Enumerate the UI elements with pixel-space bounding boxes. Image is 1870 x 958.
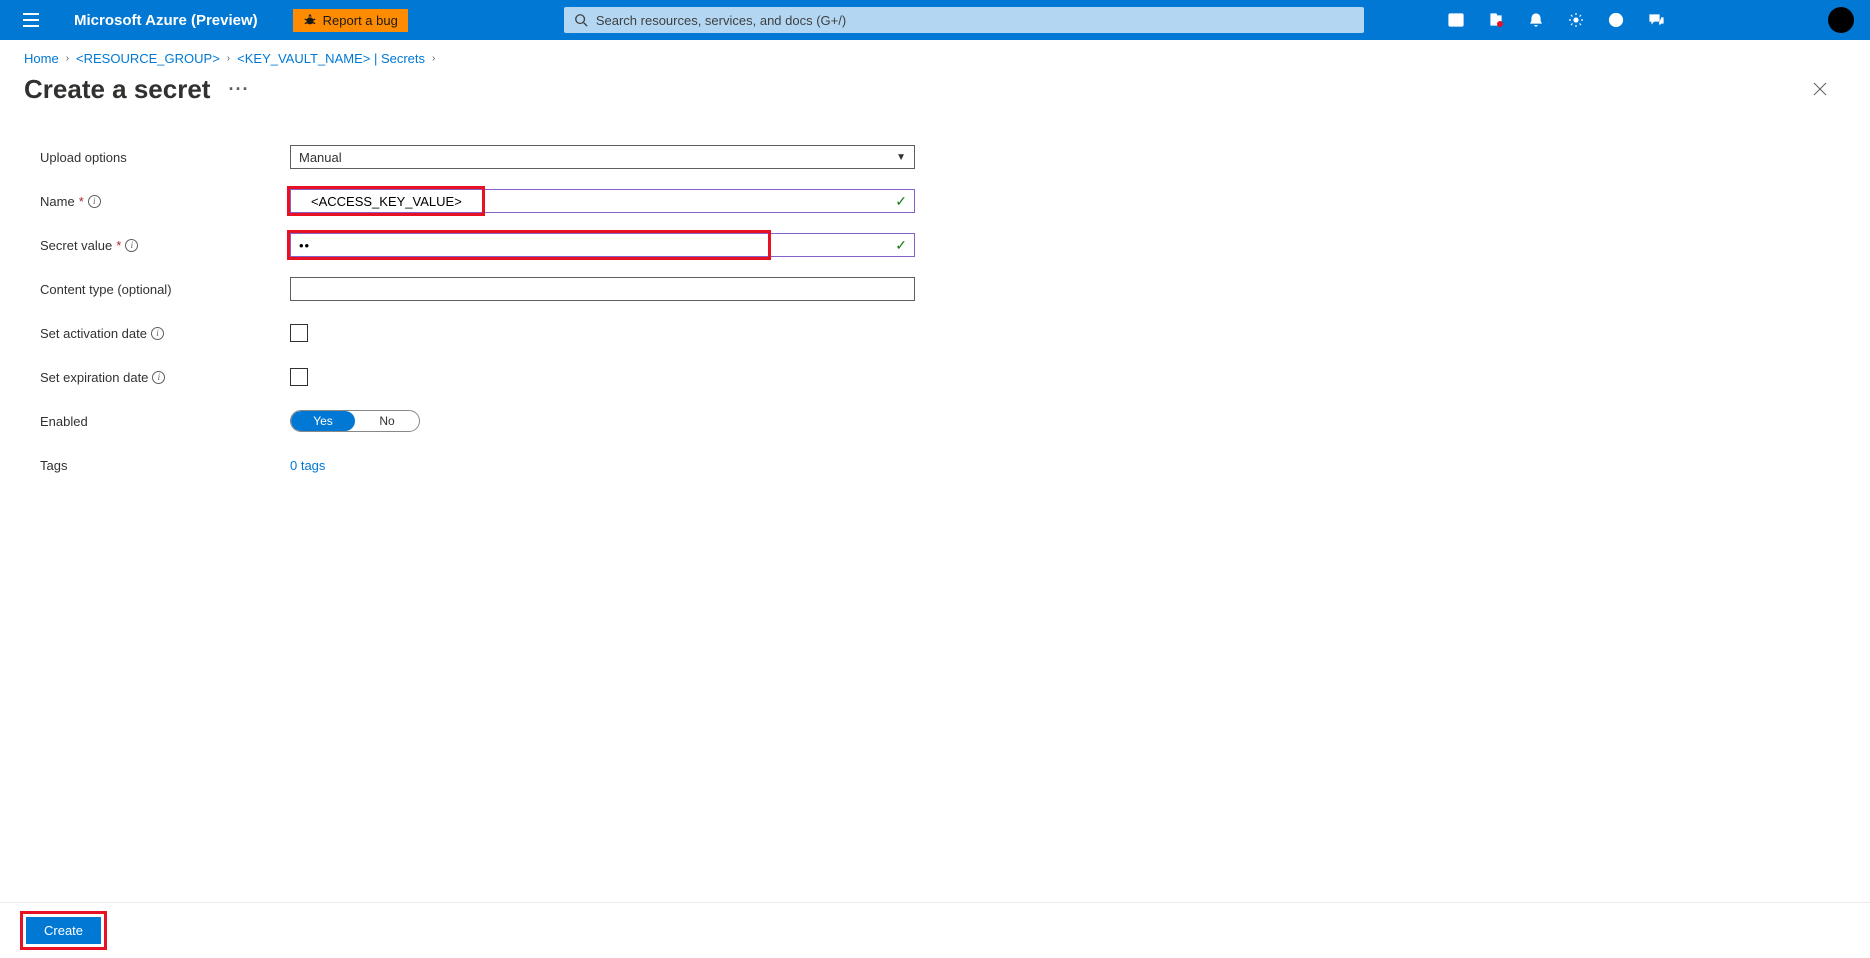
info-icon[interactable]: i: [88, 195, 101, 208]
upload-options-row: Upload options Manual ▼: [40, 145, 1850, 169]
toggle-yes[interactable]: Yes: [291, 411, 355, 431]
required-asterisk: *: [79, 194, 84, 209]
upload-options-value: Manual: [299, 150, 342, 165]
tags-label: Tags: [40, 458, 290, 473]
name-input[interactable]: [290, 189, 915, 213]
info-icon[interactable]: i: [125, 239, 138, 252]
activation-date-checkbox[interactable]: [290, 324, 308, 342]
breadcrumb-home[interactable]: Home: [24, 51, 59, 66]
enabled-row: Enabled Yes No: [40, 409, 1850, 433]
valid-check-icon: ✓: [895, 193, 907, 210]
settings-icon[interactable]: [1558, 2, 1594, 38]
upload-options-label: Upload options: [40, 150, 290, 165]
content-type-row: Content type (optional): [40, 277, 1850, 301]
breadcrumb-sep: ›: [429, 53, 438, 64]
secret-value-row: Secret value * i ✓: [40, 233, 1850, 257]
breadcrumb: Home › <RESOURCE_GROUP> › <KEY_VAULT_NAM…: [0, 40, 1870, 73]
create-button[interactable]: Create: [26, 917, 101, 944]
tags-row: Tags 0 tags: [40, 453, 1850, 477]
activation-date-row: Set activation date i: [40, 321, 1850, 345]
secret-value-label: Secret value: [40, 238, 112, 253]
footer: Create: [0, 902, 1870, 958]
hamburger-menu-icon[interactable]: [16, 5, 46, 35]
breadcrumb-resource-group[interactable]: <RESOURCE_GROUP>: [76, 51, 220, 66]
info-icon[interactable]: i: [151, 327, 164, 340]
name-label: Name: [40, 194, 75, 209]
report-bug-button[interactable]: Report a bug: [293, 9, 408, 32]
top-header: Microsoft Azure (Preview) Report a bug: [0, 0, 1870, 40]
content-type-label: Content type (optional): [40, 282, 290, 297]
close-icon: [1813, 82, 1827, 96]
chevron-down-icon: ▼: [896, 152, 906, 163]
report-bug-label: Report a bug: [323, 13, 398, 28]
search-wrap: [564, 7, 1364, 33]
header-icons: [1438, 2, 1854, 38]
enabled-toggle[interactable]: Yes No: [290, 410, 420, 432]
notifications-icon[interactable]: [1518, 2, 1554, 38]
search-icon: [574, 13, 588, 27]
toggle-no[interactable]: No: [355, 411, 419, 431]
form: Upload options Manual ▼ Name * i ✓ Secre…: [0, 117, 1870, 477]
expiration-date-label: Set expiration date: [40, 370, 148, 385]
breadcrumb-sep: ›: [224, 53, 233, 64]
help-icon[interactable]: [1598, 2, 1634, 38]
close-button[interactable]: [1804, 73, 1836, 105]
name-row: Name * i ✓: [40, 189, 1850, 213]
bug-icon: [303, 13, 317, 27]
page-title: Create a secret: [24, 74, 210, 105]
cloud-shell-icon[interactable]: [1438, 2, 1474, 38]
avatar[interactable]: [1828, 7, 1854, 33]
valid-check-icon: ✓: [895, 237, 907, 254]
more-actions-button[interactable]: ···: [228, 79, 249, 100]
search-input[interactable]: [596, 13, 1354, 28]
required-asterisk: *: [116, 238, 121, 253]
brand-label[interactable]: Microsoft Azure (Preview): [74, 12, 258, 29]
content-type-input[interactable]: [290, 277, 915, 301]
breadcrumb-key-vault[interactable]: <KEY_VAULT_NAME> | Secrets: [237, 51, 425, 66]
highlight-box: Create: [20, 911, 107, 950]
upload-options-select[interactable]: Manual ▼: [290, 145, 915, 169]
feedback-icon[interactable]: [1638, 2, 1674, 38]
secret-value-input[interactable]: [290, 233, 915, 257]
search-box[interactable]: [564, 7, 1364, 33]
tags-link[interactable]: 0 tags: [290, 458, 325, 473]
activation-date-label: Set activation date: [40, 326, 147, 341]
expiration-date-row: Set expiration date i: [40, 365, 1850, 389]
breadcrumb-sep: ›: [63, 53, 72, 64]
expiration-date-checkbox[interactable]: [290, 368, 308, 386]
page-header: Create a secret ···: [0, 73, 1870, 117]
enabled-label: Enabled: [40, 414, 290, 429]
info-icon[interactable]: i: [152, 371, 165, 384]
directories-icon[interactable]: [1478, 2, 1514, 38]
